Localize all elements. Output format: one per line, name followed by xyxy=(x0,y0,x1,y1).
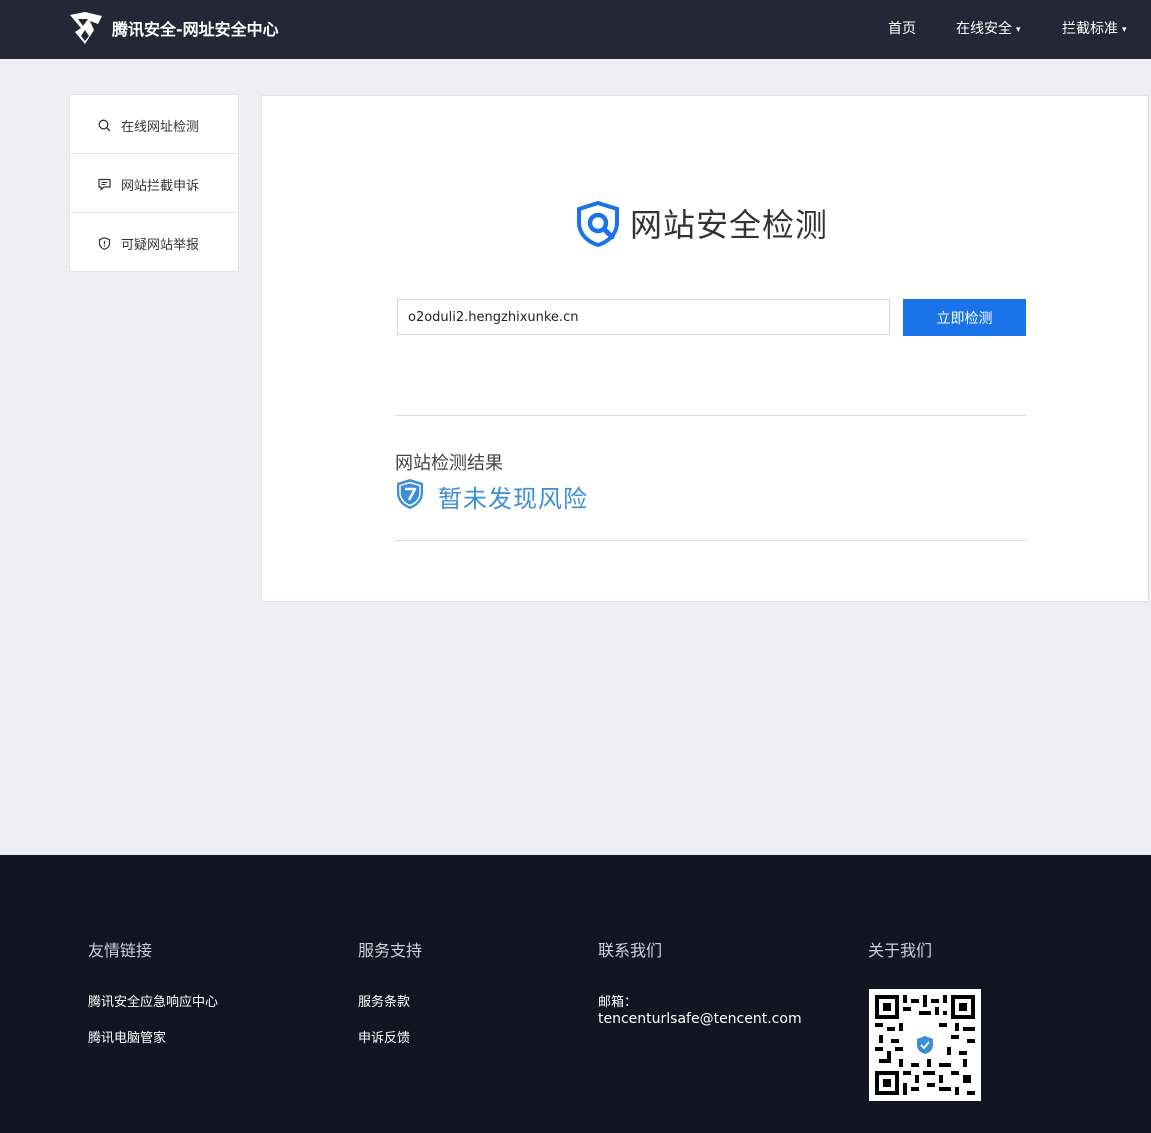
footer-link-terms[interactable]: 服务条款 xyxy=(358,991,410,1010)
url-input[interactable] xyxy=(397,299,890,335)
sidebar-item-url-check[interactable]: 在线网址检测 xyxy=(70,95,238,154)
footer-heading-friendly-links: 友情链接 xyxy=(88,941,153,960)
chevron-down-icon: ▾ xyxy=(1016,25,1021,35)
divider xyxy=(395,415,1026,416)
footer-email-address[interactable]: tencenturlsafe@tencent.com xyxy=(598,1011,802,1027)
wechat-qr-code xyxy=(869,989,981,1101)
sidebar-item-label: 可疑网站举报 xyxy=(121,238,200,253)
footer-email-label: 邮箱： xyxy=(598,995,638,1010)
sidebar-item-label: 网站拦截申诉 xyxy=(121,179,200,194)
footer-heading-service-support: 服务支持 xyxy=(358,941,423,960)
nav-home[interactable]: 首页 xyxy=(888,18,916,38)
divider xyxy=(395,540,1026,541)
footer-heading-contact-us: 联系我们 xyxy=(598,941,663,960)
shield-alert-icon xyxy=(98,237,111,250)
footer: 友情链接 腾讯安全应急响应中心 腾讯电脑管家 服务支持 服务条款 申诉反馈 联系… xyxy=(0,855,1151,1133)
sidebar: 在线网址检测 网站拦截申诉 可疑网站举报 xyxy=(69,94,239,272)
result-status-text: 暂未发现风险 xyxy=(438,485,588,513)
shield-search-icon xyxy=(577,201,619,247)
qr-code-image xyxy=(875,995,975,1095)
top-navigation-bar: 腾讯安全-网址安全中心 首页 在线安全 ▾ 拦截标准 ▾ xyxy=(0,0,1151,59)
main-panel: 网站安全检测 立即检测 网站检测结果 暂未发现风险 xyxy=(261,95,1149,602)
footer-link-security-response-center[interactable]: 腾讯安全应急响应中心 xyxy=(88,991,218,1010)
nav-online-security-label: 在线安全 xyxy=(956,21,1012,37)
sidebar-item-block-appeal[interactable]: 网站拦截申诉 xyxy=(70,154,238,213)
nav-block-standard-label: 拦截标准 xyxy=(1062,21,1118,37)
check-now-button[interactable]: 立即检测 xyxy=(903,299,1026,336)
search-icon xyxy=(98,119,111,132)
footer-heading-about-us: 关于我们 xyxy=(868,941,933,960)
footer-link-appeal-feedback[interactable]: 申诉反馈 xyxy=(358,1027,410,1046)
chat-icon xyxy=(98,178,111,191)
site-brand-title[interactable]: 腾讯安全-网址安全中心 xyxy=(112,16,279,40)
sidebar-item-report-site[interactable]: 可疑网站举报 xyxy=(70,213,238,272)
nav-online-security[interactable]: 在线安全 ▾ xyxy=(956,18,1021,38)
result-label: 网站检测结果 xyxy=(395,453,503,474)
sidebar-item-label: 在线网址检测 xyxy=(121,120,200,135)
footer-link-pc-manager[interactable]: 腾讯电脑管家 xyxy=(88,1027,166,1046)
nav-home-label: 首页 xyxy=(888,21,916,37)
safe-shield-icon xyxy=(397,479,423,509)
page-title: 网站安全检测 xyxy=(630,206,829,244)
chevron-down-icon: ▾ xyxy=(1122,25,1127,35)
nav-block-standard[interactable]: 拦截标准 ▾ xyxy=(1062,18,1127,38)
tencent-security-logo-icon[interactable] xyxy=(68,10,104,46)
